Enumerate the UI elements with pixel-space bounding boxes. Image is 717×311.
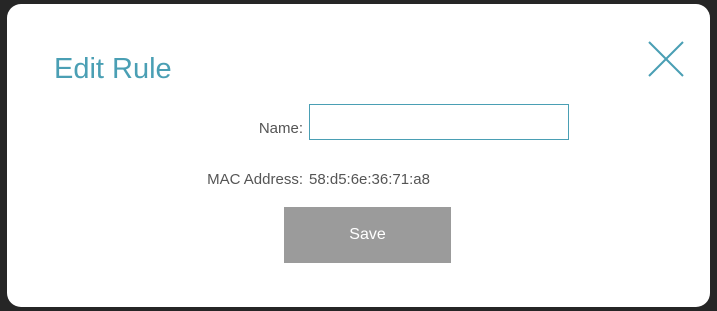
close-button[interactable] <box>647 40 685 78</box>
mac-address-value: 58:d5:6e:36:71:a8 <box>309 171 430 188</box>
dialog-title: Edit Rule <box>54 53 172 85</box>
name-label: Name: <box>258 120 303 137</box>
save-button[interactable]: Save <box>284 207 451 263</box>
mac-address-label: MAC Address: <box>207 171 303 188</box>
edit-rule-dialog: Edit Rule Name: MAC Address: 58:d5:6e:36… <box>7 4 710 307</box>
name-input[interactable] <box>309 104 569 140</box>
close-icon <box>648 41 684 77</box>
